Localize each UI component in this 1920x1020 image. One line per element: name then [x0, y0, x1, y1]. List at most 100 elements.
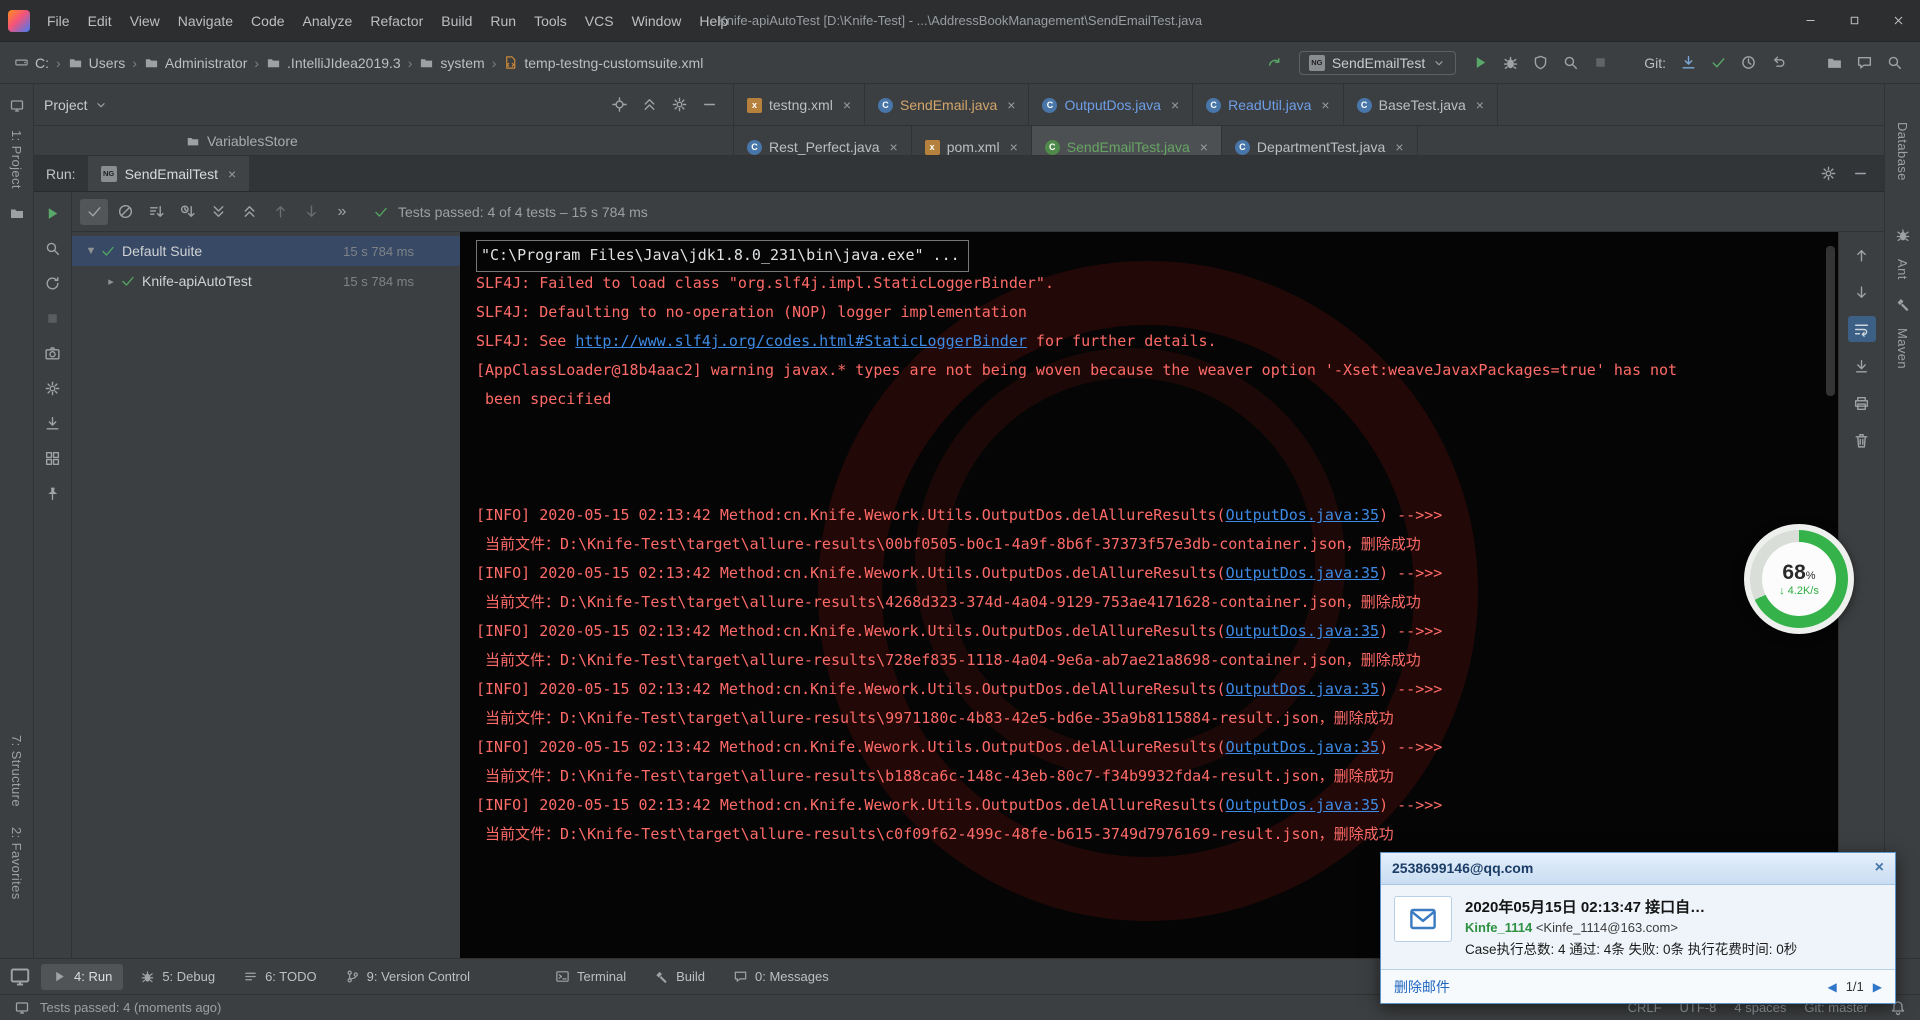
previous-page-button[interactable]: ◀ — [1827, 980, 1836, 994]
close-icon[interactable]: × — [1010, 139, 1018, 155]
stripe-item-project[interactable]: 1: Project — [9, 130, 24, 189]
editor-tab-departmenttest-java[interactable]: C DepartmentTest.java × — [1222, 126, 1418, 155]
search-everywhere-button[interactable] — [1880, 50, 1908, 76]
toolwindow-toggle-icon[interactable] — [14, 1000, 30, 1016]
maximize-window-button[interactable] — [1832, 0, 1876, 41]
console-panel[interactable]: "C:\Program Files\Java\jdk1.8.0_231\bin\… — [460, 232, 1838, 958]
next-page-button[interactable]: ▶ — [1873, 980, 1882, 994]
close-icon[interactable]: × — [1171, 97, 1179, 113]
stop-process-button[interactable] — [40, 305, 66, 331]
project-options-button[interactable] — [665, 92, 693, 118]
debug-button[interactable] — [1496, 50, 1524, 76]
coverage-button[interactable] — [1526, 50, 1554, 76]
collapse-all-button[interactable] — [235, 199, 263, 225]
close-icon[interactable]: × — [228, 166, 236, 182]
menu-edit[interactable]: Edit — [79, 0, 121, 41]
console-link[interactable]: OutputDos.java:35 — [1226, 738, 1380, 756]
layout-button[interactable] — [1850, 50, 1878, 76]
breadcrumb-item-temp-testng-customsuite-xml[interactable]: temp-testng-customsuite.xml — [501, 55, 705, 71]
editor-tab-sendemail-java[interactable]: C SendEmail.java × — [865, 84, 1030, 125]
console-link[interactable]: OutputDos.java:35 — [1226, 622, 1380, 640]
close-icon[interactable]: × — [1321, 97, 1329, 113]
console-scrollbar[interactable] — [1826, 246, 1835, 396]
expand-all-button[interactable] — [204, 199, 232, 225]
menu-code[interactable]: Code — [242, 0, 293, 41]
import-test-results-button[interactable] — [40, 410, 66, 436]
mail-subject[interactable]: 2020年05月15日 02:13:47 接口自… — [1465, 896, 1882, 917]
vcs-update-button[interactable] — [1674, 50, 1702, 76]
menu-navigate[interactable]: Navigate — [169, 0, 242, 41]
prev-stacktrace-button[interactable] — [1848, 242, 1876, 268]
test-settings-button[interactable] — [40, 375, 66, 401]
editor-tab-readutil-java[interactable]: C ReadUtil.java × — [1193, 84, 1344, 125]
filter-tests-button[interactable] — [40, 235, 66, 261]
project-toolwindow-icon[interactable] — [9, 98, 25, 114]
console-link[interactable]: OutputDos.java:35 — [1226, 506, 1380, 524]
minimize-window-button[interactable] — [1788, 0, 1832, 41]
breadcrumb-item-users[interactable]: Users — [66, 55, 128, 71]
hide-run-panel-button[interactable] — [1846, 161, 1874, 187]
test-history-button[interactable] — [40, 445, 66, 471]
menu-refactor[interactable]: Refactor — [361, 0, 432, 41]
toolwindow-tab-5-debug[interactable]: 5: Debug — [129, 964, 226, 990]
collapse-all-button[interactable] — [635, 92, 663, 118]
sort-by-duration-toggle[interactable] — [173, 199, 201, 225]
soft-wrap-toggle[interactable] — [1847, 316, 1876, 342]
menu-analyze[interactable]: Analyze — [294, 0, 362, 41]
console-link[interactable]: OutputDos.java:35 — [1226, 796, 1380, 814]
next-stacktrace-button[interactable] — [1848, 279, 1876, 305]
run-configuration-select[interactable]: NG SendEmailTest — [1298, 50, 1457, 75]
console-link[interactable]: OutputDos.java:35 — [1226, 564, 1380, 582]
toolwindow-tab-4-run[interactable]: 4: Run — [41, 963, 124, 990]
run-settings-button[interactable] — [1814, 161, 1842, 187]
stripe-item-ant[interactable]: Ant — [1895, 259, 1910, 280]
previous-failed-test-button[interactable] — [266, 199, 294, 225]
vcs-rollback-button[interactable] — [1764, 50, 1792, 76]
locate-file-button[interactable] — [605, 92, 633, 118]
stop-button[interactable] — [1586, 50, 1614, 76]
breadcrumb-item-intellijidea2019-3[interactable]: .IntelliJIdea2019.3 — [264, 55, 403, 71]
editor-tab-rest-perfect-java[interactable]: C Rest_Perfect.java × — [734, 126, 912, 155]
breadcrumb-item-administrator[interactable]: Administrator — [142, 55, 249, 71]
run-tab-sendemailtest[interactable]: NG SendEmailTest × — [87, 156, 250, 191]
menu-build[interactable]: Build — [432, 0, 481, 41]
test-tree-row-default-suite[interactable]: ▼ Default Suite 15 s 784 ms — [72, 236, 460, 266]
menu-file[interactable]: File — [38, 0, 79, 41]
close-icon[interactable]: × — [1200, 139, 1208, 155]
hide-project-button[interactable] — [695, 92, 723, 118]
close-icon[interactable]: × — [1875, 860, 1884, 876]
show-ignored-toggle[interactable] — [111, 199, 139, 225]
menu-help[interactable]: Help — [690, 0, 737, 41]
menu-vcs[interactable]: VCS — [576, 0, 623, 41]
toolwindow-tab-build[interactable]: Build — [643, 964, 716, 990]
toolwindow-tab-6-todo[interactable]: 6: TODO — [232, 964, 328, 990]
show-passed-toggle[interactable] — [80, 198, 108, 225]
project-panel-title[interactable]: Project — [44, 97, 88, 113]
editor-tab-pom-xml[interactable]: x pom.xml × — [912, 126, 1032, 155]
popup-header[interactable]: 2538699146@qq.com × — [1381, 852, 1895, 885]
editor-tab-outputdos-java[interactable]: C OutputDos.java × — [1029, 84, 1194, 125]
more-options-button[interactable]: » — [328, 199, 356, 225]
sort-alphabetically-toggle[interactable] — [142, 199, 170, 225]
rerun-failed-button[interactable] — [40, 270, 66, 296]
thread-dump-button[interactable] — [40, 340, 66, 366]
toolwindow-tab-9-version-control[interactable]: 9: Version Control — [334, 964, 481, 990]
menu-tools[interactable]: Tools — [525, 0, 576, 41]
editor-tab-sendemailtest-java[interactable]: C SendEmailTest.java × — [1031, 126, 1222, 155]
menu-window[interactable]: Window — [623, 0, 691, 41]
stripe-item-database[interactable]: Database — [1895, 122, 1910, 181]
tree-expand-icon[interactable]: ▸ — [102, 275, 120, 288]
rerun-button[interactable] — [40, 200, 66, 226]
run-button[interactable] — [1466, 50, 1494, 76]
breadcrumb-item-system[interactable]: system — [417, 55, 486, 71]
editor-tab-basetest-java[interactable]: C BaseTest.java × — [1344, 84, 1498, 125]
pin-tab-button[interactable] — [40, 480, 66, 506]
close-icon[interactable]: × — [1395, 139, 1403, 155]
chevron-down-icon[interactable] — [94, 98, 108, 112]
print-console-button[interactable] — [1848, 390, 1876, 416]
stripe-item-maven[interactable]: Maven — [1895, 328, 1910, 369]
project-tree-item[interactable]: VariablesStore — [34, 126, 734, 155]
vcs-history-button[interactable] — [1734, 50, 1762, 76]
stripe-item-structure[interactable]: 7: Structure — [9, 735, 24, 807]
folder-icon[interactable] — [9, 205, 25, 221]
